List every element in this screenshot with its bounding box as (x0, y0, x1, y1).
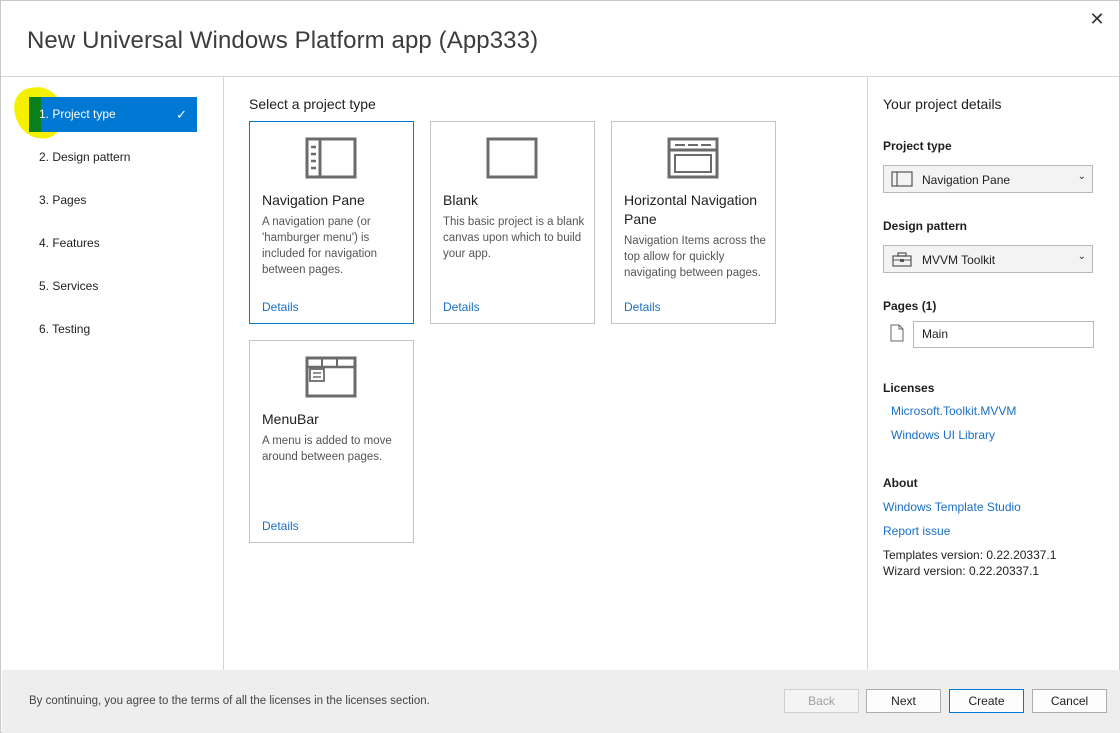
nav-step-pages[interactable]: 3. Pages (29, 183, 197, 218)
wizard-window: New Universal Windows Platform app (App3… (0, 0, 1120, 733)
card-details-link[interactable]: Details (262, 519, 299, 533)
project-type-dropdown[interactable]: Navigation Pane ⌄ (883, 165, 1093, 193)
project-type-value: Navigation Pane (922, 173, 1011, 187)
card-description: This basic project is a blank canvas upo… (443, 216, 585, 260)
section-heading: Select a project type (249, 96, 376, 112)
window-title: New Universal Windows Platform app (App3… (27, 27, 539, 54)
card-details-link[interactable]: Details (624, 300, 661, 314)
nav-step-services[interactable]: 5. Services (29, 269, 197, 304)
create-button[interactable]: Create (949, 689, 1024, 713)
step-navigation: 1. Project type ✓ 2. Design pattern 3. P… (1, 77, 224, 670)
cancel-button[interactable]: Cancel (1032, 689, 1107, 713)
nav-step-design-pattern[interactable]: 2. Design pattern (29, 140, 197, 175)
chevron-down-icon: ⌄ (1077, 171, 1086, 182)
card-menubar[interactable]: MenuBar A menu is added to move around b… (249, 340, 414, 543)
card-title: MenuBar (262, 411, 319, 427)
project-details-panel: Your project details Project type Naviga… (867, 77, 1119, 670)
card-navigation-pane[interactable]: Navigation Pane A navigation pane (or 'h… (249, 121, 414, 324)
checkmark-icon: ✓ (176, 107, 187, 122)
footer-bar: By continuing, you agree to the terms of… (2, 670, 1120, 733)
blank-icon (486, 137, 538, 179)
pages-label: Pages (1) (883, 299, 937, 313)
card-description: A menu is added to move around between p… (262, 435, 392, 463)
page-icon (890, 324, 904, 342)
nav-step-label: 1. Project type (39, 107, 116, 121)
nav-step-project-type[interactable]: 1. Project type ✓ (29, 97, 197, 132)
design-pattern-value: MVVM Toolkit (922, 253, 996, 267)
chevron-down-icon: ⌄ (1077, 251, 1086, 262)
next-button[interactable]: Next (866, 689, 941, 713)
nav-step-testing[interactable]: 6. Testing (29, 312, 197, 347)
card-title: Navigation Pane (262, 192, 365, 208)
design-pattern-label: Design pattern (883, 219, 968, 233)
project-type-label: Project type (883, 139, 952, 153)
nav-step-features[interactable]: 4. Features (29, 226, 197, 261)
details-panel-title: Your project details (883, 96, 1002, 112)
license-notice: By continuing, you agree to the terms of… (29, 695, 430, 707)
card-details-link[interactable]: Details (262, 300, 299, 314)
windows-template-studio-link[interactable]: Windows Template Studio (883, 500, 1021, 514)
card-description: Navigation Items across the top allow fo… (624, 235, 766, 279)
card-title: Horizontal Navigation Pane (624, 192, 758, 227)
card-details-link[interactable]: Details (443, 300, 480, 314)
card-title: Blank (443, 192, 479, 208)
about-label: About (883, 476, 918, 490)
licenses-label: Licenses (883, 381, 935, 395)
back-button[interactable]: Back (784, 689, 859, 713)
card-horizontal-navigation-pane[interactable]: Horizontal Navigation Pane Navigation It… (611, 121, 776, 324)
wizard-version: Wizard version: 0.22.20337.1 (883, 564, 1040, 578)
project-type-panel: Select a project type Navigation Pane A … (225, 77, 866, 670)
license-link-winui[interactable]: Windows UI Library (891, 428, 995, 442)
navigation-pane-icon (891, 171, 913, 187)
close-icon[interactable]: ✕ (1085, 7, 1109, 31)
design-pattern-dropdown[interactable]: MVVM Toolkit ⌄ (883, 245, 1093, 273)
page-name-input[interactable]: Main (913, 321, 1094, 348)
templates-version: Templates version: 0.22.20337.1 (883, 548, 1057, 562)
navigation-pane-icon (305, 137, 357, 179)
menubar-icon (305, 356, 357, 398)
toolbox-icon (892, 252, 912, 267)
card-blank[interactable]: Blank This basic project is a blank canv… (430, 121, 595, 324)
license-link-mvvm-toolkit[interactable]: Microsoft.Toolkit.MVVM (891, 404, 1016, 418)
card-description: A navigation pane (or 'hamburger menu') … (262, 216, 378, 276)
report-issue-link[interactable]: Report issue (883, 524, 950, 538)
horizontal-navigation-icon (667, 137, 719, 179)
